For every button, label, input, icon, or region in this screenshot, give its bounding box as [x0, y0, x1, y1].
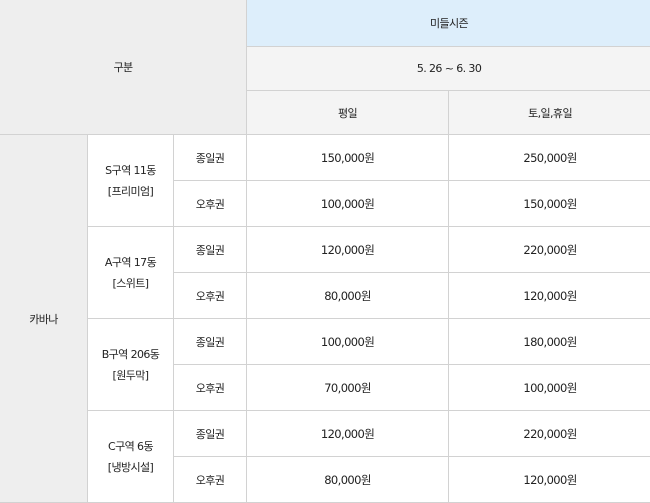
ticket-type: 오후권: [172, 272, 248, 319]
zone-name: S구역 11동: [105, 163, 156, 177]
weekend-price: 120,000원: [448, 456, 650, 503]
zone-name: A구역 17동: [104, 255, 157, 269]
zone-cell: B구역 206동 [원두막]: [87, 318, 174, 411]
weekday-price: 80,000원: [246, 272, 450, 319]
weekday-price: 100,000원: [246, 318, 450, 365]
category-header: 구분: [0, 0, 248, 135]
zone-note: [프리미엄]: [107, 184, 154, 198]
weekend-price: 220,000원: [448, 226, 650, 273]
weekend-header: 토,일,휴일: [448, 90, 650, 135]
ticket-type: 오후권: [172, 364, 248, 411]
weekend-price: 220,000원: [448, 410, 650, 457]
zone-note: [냉방시설]: [107, 460, 154, 474]
weekday-price: 80,000원: [246, 456, 450, 503]
weekend-price: 150,000원: [448, 180, 650, 227]
weekend-price: 250,000원: [448, 134, 650, 181]
header-row-season: 구분 미들시즌: [0, 0, 650, 135]
ticket-type: 오후권: [172, 456, 248, 503]
season-header: 미들시즌: [246, 0, 650, 47]
category-cell: 카바나: [0, 134, 88, 503]
ticket-type: 종일권: [172, 318, 248, 365]
zone-cell: C구역 6동 [냉방시설]: [87, 410, 174, 503]
table-row: B구역 206동 [원두막] 종일권 100,000원 180,000원: [0, 318, 650, 411]
table-row: C구역 6동 [냉방시설] 종일권 120,000원 220,000원: [0, 410, 650, 503]
zone-name: B구역 206동: [101, 347, 160, 361]
weekday-price: 150,000원: [246, 134, 450, 181]
ticket-type: 오후권: [172, 180, 248, 227]
weekday-price: 120,000원: [246, 410, 450, 457]
zone-note: [원두막]: [112, 368, 150, 382]
weekend-price: 180,000원: [448, 318, 650, 365]
weekend-price: 120,000원: [448, 272, 650, 319]
weekday-header: 평일: [246, 90, 450, 135]
weekend-price: 100,000원: [448, 364, 650, 411]
price-table: 구분 미들시즌 5. 26 ~ 6. 30 평일 토,일,휴일 카바나 S구역 …: [0, 0, 650, 503]
season-dates: 5. 26 ~ 6. 30: [246, 46, 650, 91]
zone-cell: A구역 17동 [스위트]: [87, 226, 174, 319]
zone-name: C구역 6동: [108, 439, 154, 453]
weekday-price: 100,000원: [246, 180, 450, 227]
weekday-price: 120,000원: [246, 226, 450, 273]
table-row: 카바나 S구역 11동 [프리미엄] 종일권 150,000원 250,000원: [0, 134, 650, 503]
ticket-type: 종일권: [172, 226, 248, 273]
weekday-price: 70,000원: [246, 364, 450, 411]
zone-note: [스위트]: [112, 276, 150, 290]
ticket-type: 종일권: [172, 134, 248, 181]
zone-cell: S구역 11동 [프리미엄]: [87, 134, 174, 227]
ticket-type: 종일권: [172, 410, 248, 457]
table-row: A구역 17동 [스위트] 종일권 120,000원 220,000원: [0, 226, 650, 319]
